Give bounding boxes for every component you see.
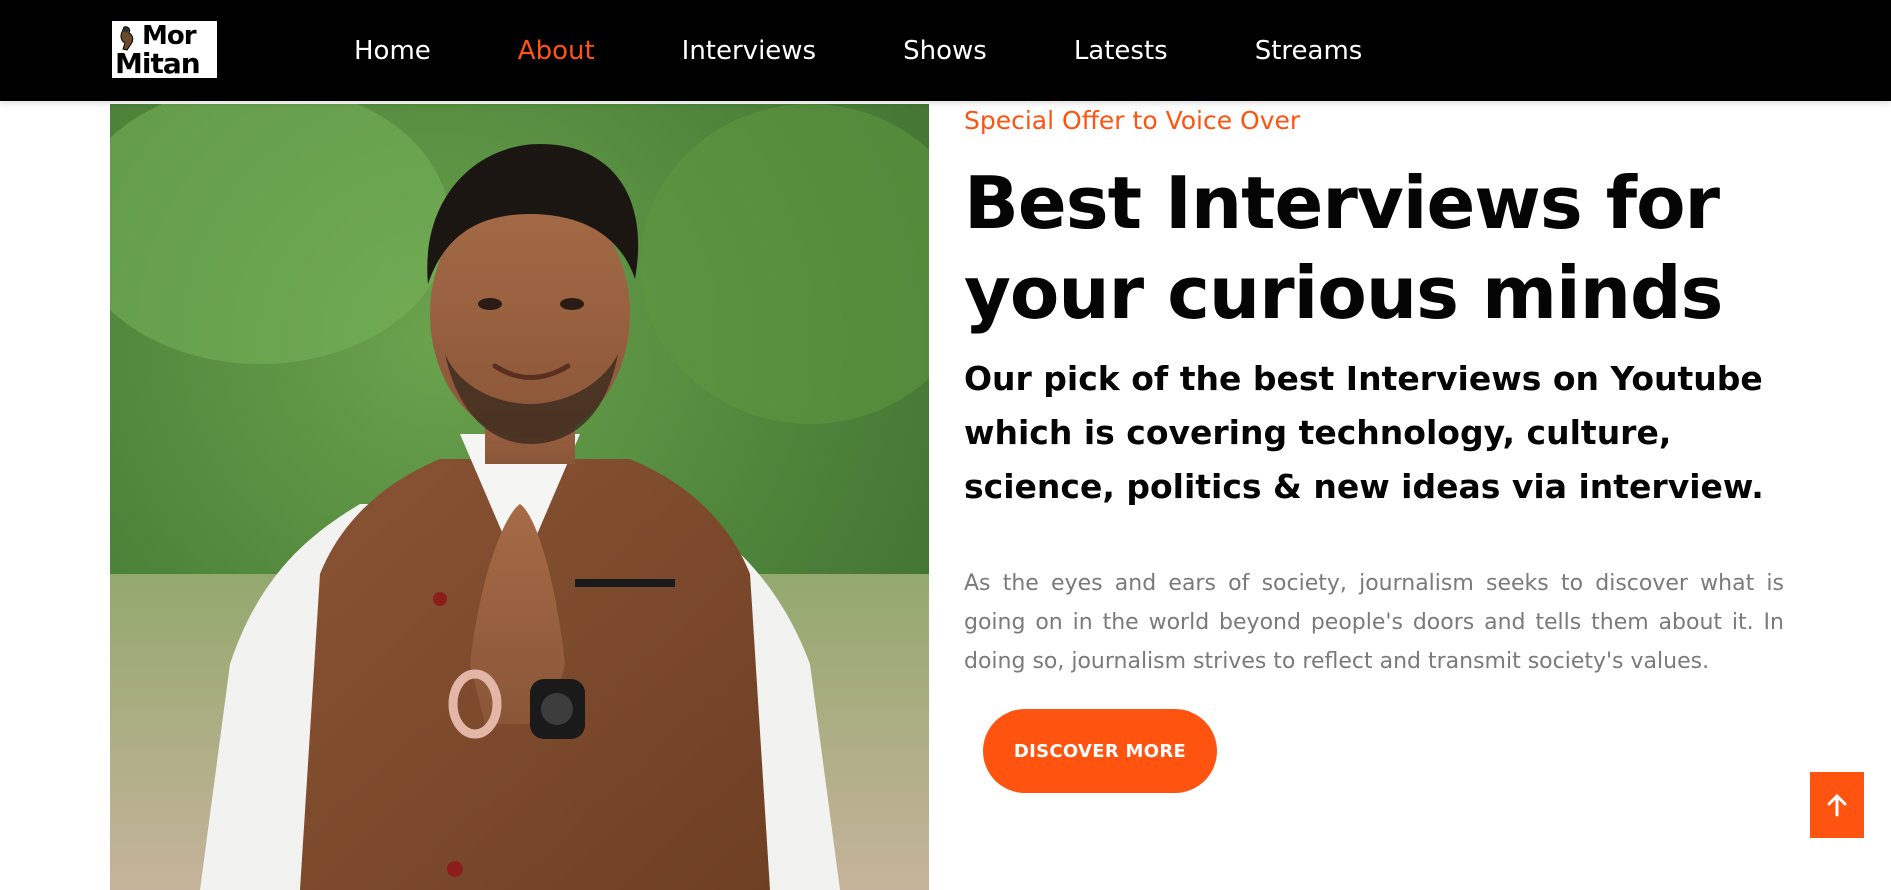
nav-home[interactable]: Home bbox=[354, 36, 431, 66]
brand-logo[interactable]: Mor Mitan bbox=[110, 19, 219, 80]
logo-text-mitan: Mitan bbox=[115, 47, 201, 80]
hero-portrait-image bbox=[110, 104, 929, 890]
arrow-up-icon bbox=[1827, 794, 1847, 817]
top-navbar: Mor Mitan Home About Interviews Shows La… bbox=[0, 0, 1891, 101]
discover-more-button[interactable]: DISCOVER MORE bbox=[983, 709, 1217, 793]
hero-headline-line-1: Best Interviews for bbox=[964, 161, 1720, 245]
logo-text-mor: Mor bbox=[142, 21, 197, 51]
hero-body-text: As the eyes and ears of society, journal… bbox=[964, 571, 1784, 674]
main-nav: Home About Interviews Shows Latests Stre… bbox=[354, 0, 1449, 101]
scroll-to-top-button[interactable] bbox=[1810, 772, 1864, 838]
hero-content: Special Offer to Voice Over Best Intervi… bbox=[964, 104, 1784, 681]
hero-headline-line-2: your curious minds bbox=[964, 251, 1723, 335]
nav-about[interactable]: About bbox=[518, 36, 595, 66]
nav-latests[interactable]: Latests bbox=[1074, 36, 1168, 66]
hero-subheading: Our pick of the best Interviews on Youtu… bbox=[964, 359, 1764, 506]
nav-shows[interactable]: Shows bbox=[903, 36, 987, 66]
nav-interviews[interactable]: Interviews bbox=[682, 36, 816, 66]
hero-eyebrow: Special Offer to Voice Over bbox=[964, 106, 1301, 135]
hero-headline: Best Interviews for your curious minds bbox=[964, 158, 1784, 338]
nav-streams[interactable]: Streams bbox=[1255, 36, 1363, 66]
